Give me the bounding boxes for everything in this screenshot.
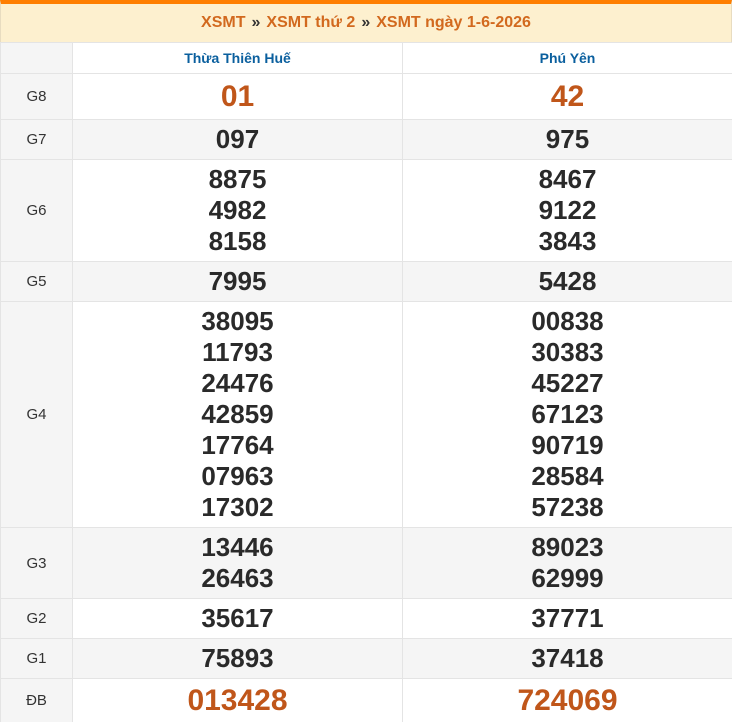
- breadcrumb-link-xsmt-date[interactable]: XSMT ngày 1-6-2026: [376, 14, 531, 32]
- province-header-1[interactable]: Thừa Thiên Huế: [72, 42, 403, 74]
- breadcrumb-separator: »: [251, 14, 261, 31]
- prize-row: G4 38095 11793 24476 42859 17764 07963 17302 008…: [0, 301, 732, 528]
- prize-cell-province-1: 35617: [72, 598, 403, 639]
- results-page: XSMT » XSMT thứ 2 » XSMT ngày 1-6-2026 T…: [0, 0, 732, 722]
- prize-number: 17764: [201, 430, 274, 460]
- prize-label: G7: [0, 119, 73, 160]
- prize-cell-province-1: 7995: [72, 261, 403, 302]
- breadcrumb-link-xsmt[interactable]: XSMT: [201, 14, 245, 32]
- prize-number: 37771: [531, 603, 604, 633]
- prize-cell-province-2: 724069: [402, 678, 732, 722]
- prize-number: 35617: [201, 603, 274, 633]
- prize-number: 67123: [531, 399, 604, 429]
- special-prize-number: 724069: [517, 683, 618, 717]
- prize-cell-province-1: 8875 4982 8158: [72, 159, 403, 262]
- prize-number: 13446: [201, 532, 274, 562]
- prize-number: 4982: [208, 195, 267, 225]
- prize-row: G6 8875 4982 8158 8467 9122 3843: [0, 159, 732, 262]
- prize-number: 89023: [531, 532, 604, 562]
- prize-number: 42859: [201, 399, 274, 429]
- prize-number: 01: [220, 79, 255, 113]
- prize-cell-province-1: 13446 26463: [72, 527, 403, 599]
- prize-label: G8: [0, 73, 73, 120]
- header-corner: [0, 42, 73, 74]
- prize-row: ĐB 013428 724069: [0, 678, 732, 722]
- prize-number: 37418: [531, 643, 604, 673]
- prize-number: 62999: [531, 563, 604, 593]
- prize-cell-province-2: 42: [402, 73, 732, 120]
- prize-number: 7995: [208, 266, 267, 296]
- prize-cell-province-1: 75893: [72, 638, 403, 679]
- prize-number: 30383: [531, 337, 604, 367]
- prize-number: 38095: [201, 306, 274, 336]
- prize-label: G4: [0, 301, 73, 528]
- prize-number: 975: [545, 124, 590, 154]
- prize-number: 90719: [531, 430, 604, 460]
- prize-number: 8467: [538, 164, 597, 194]
- prize-row: G2 35617 37771: [0, 598, 732, 639]
- prize-cell-province-1: 097: [72, 119, 403, 160]
- breadcrumb-separator: »: [361, 14, 371, 31]
- prize-cell-province-2: 5428: [402, 261, 732, 302]
- prize-row: G5 7995 5428: [0, 261, 732, 302]
- special-prize-number: 013428: [187, 683, 288, 717]
- prize-label: G2: [0, 598, 73, 639]
- prize-cell-province-2: 37418: [402, 638, 732, 679]
- prize-number: 3843: [538, 226, 597, 256]
- prize-number: 8158: [208, 226, 267, 256]
- prize-number: 097: [215, 124, 260, 154]
- prize-label: G1: [0, 638, 73, 679]
- province-header-2[interactable]: Phú Yên: [402, 42, 732, 74]
- prize-cell-province-1: 01: [72, 73, 403, 120]
- prize-number: 5428: [538, 266, 597, 296]
- prize-number: 42: [550, 79, 585, 113]
- prize-number: 17302: [201, 492, 274, 522]
- prize-cell-province-2: 8467 9122 3843: [402, 159, 732, 262]
- prize-number: 75893: [201, 643, 274, 673]
- breadcrumb: XSMT » XSMT thứ 2 » XSMT ngày 1-6-2026: [0, 0, 732, 42]
- prize-cell-province-2: 00838 30383 45227 67123 90719 28584 57238: [402, 301, 732, 528]
- prize-label: G5: [0, 261, 73, 302]
- prize-number: 45227: [531, 368, 604, 398]
- prize-number: 9122: [538, 195, 597, 225]
- prize-cell-province-1: 013428: [72, 678, 403, 722]
- prize-number: 07963: [201, 461, 274, 491]
- prize-label: G3: [0, 527, 73, 599]
- prize-number: 8875: [208, 164, 267, 194]
- results-table: Thừa Thiên Huế Phú Yên G8 01 42 G7 097 975 G6 8…: [0, 42, 732, 722]
- prize-cell-province-1: 38095 11793 24476 42859 17764 07963 17302: [72, 301, 403, 528]
- prize-number: 24476: [201, 368, 274, 398]
- prize-row: G8 01 42: [0, 73, 732, 120]
- prize-label: G6: [0, 159, 73, 262]
- prize-cell-province-2: 89023 62999: [402, 527, 732, 599]
- prize-number: 28584: [531, 461, 604, 491]
- prize-cell-province-2: 37771: [402, 598, 732, 639]
- prize-cell-province-2: 975: [402, 119, 732, 160]
- prize-label: ĐB: [0, 678, 73, 722]
- prize-row: G1 75893 37418: [0, 638, 732, 679]
- prize-number: 11793: [202, 337, 273, 367]
- prize-number: 57238: [531, 492, 604, 522]
- prize-number: 26463: [201, 563, 274, 593]
- breadcrumb-link-xsmt-thu-2[interactable]: XSMT thứ 2: [266, 14, 355, 32]
- prize-number: 00838: [531, 306, 604, 336]
- prize-row: G3 13446 26463 89023 62999: [0, 527, 732, 599]
- province-header-row: Thừa Thiên Huế Phú Yên: [0, 42, 732, 74]
- prize-row: G7 097 975: [0, 119, 732, 160]
